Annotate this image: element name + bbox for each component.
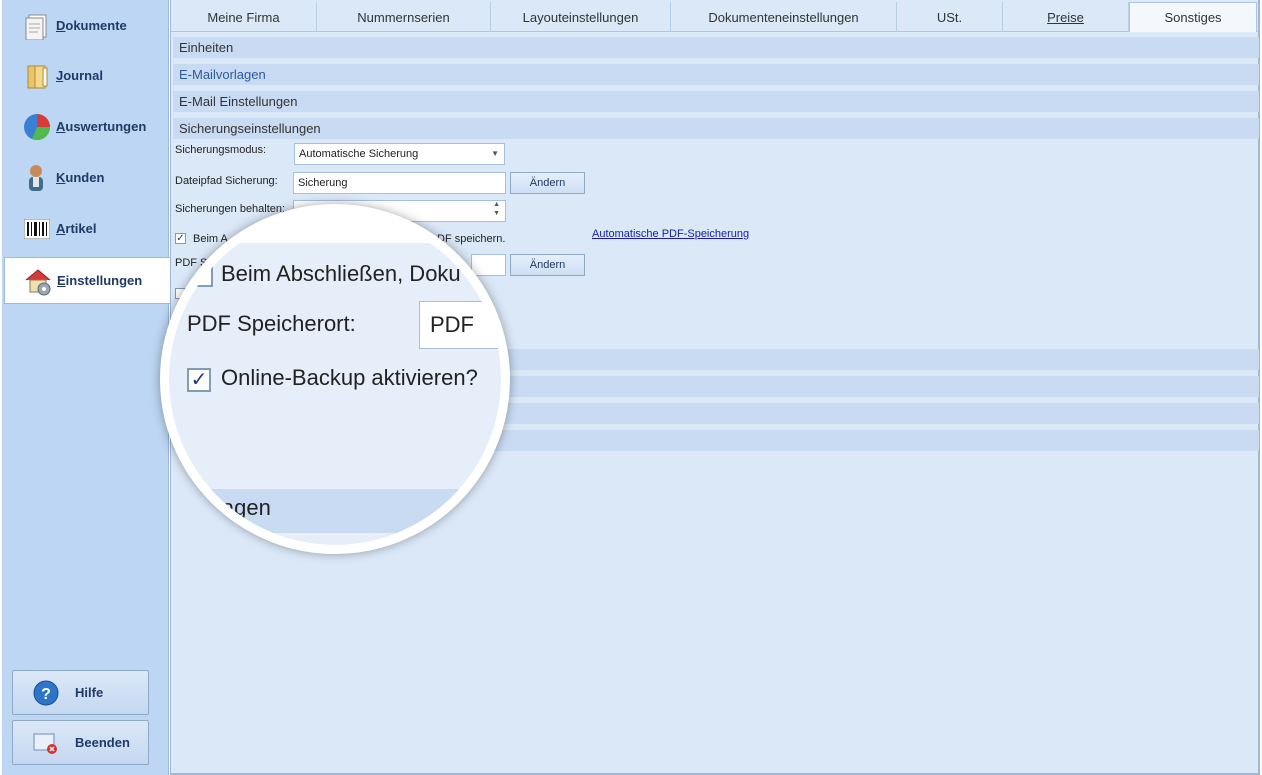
exit-button[interactable]: Beenden <box>12 720 149 765</box>
magnified-top-area <box>169 213 501 243</box>
document-icon <box>22 11 52 41</box>
svg-text:?: ? <box>41 686 51 703</box>
nav-item-kunden[interactable]: Kunden <box>4 154 168 201</box>
tab-meine-firma[interactable]: Meine Firma <box>171 2 317 32</box>
backup-mode-value: Automatische Sicherung <box>299 148 419 160</box>
help-label: Hilfe <box>75 685 104 700</box>
tab-ust[interactable]: USt. <box>897 2 1003 32</box>
nav-label: Dokumente <box>56 18 127 33</box>
nav-item-dokumente[interactable]: Dokumente <box>4 2 168 49</box>
nav-label: Einstellungen <box>57 273 143 288</box>
button-label: Ändern <box>529 259 566 271</box>
tab-label: USt. <box>936 9 963 25</box>
backup-path-input[interactable]: Sicherung <box>293 172 506 194</box>
section-emailvorlagen[interactable]: E-Mailvorlagen <box>173 64 1259 85</box>
pdf-location-input[interactable] <box>471 254 506 276</box>
nav-item-auswertungen[interactable]: Auswertungen <box>4 103 168 150</box>
exit-icon <box>33 730 59 756</box>
tab-label: Layouteinstellungen <box>522 9 639 25</box>
tab-label: Preise <box>1047 9 1084 25</box>
customer-person-icon <box>22 163 52 193</box>
magnifier-overlay: Beim Abschließen, Doku PDF Speicherort: … <box>160 204 510 554</box>
nav-label: Auswertungen <box>56 119 147 134</box>
nav-item-journal[interactable]: Journal <box>4 52 168 99</box>
nav-item-artikel[interactable]: Artikel <box>4 205 168 252</box>
magnified-section-header: lagen <box>169 489 501 533</box>
help-icon: ? <box>33 680 59 706</box>
magnified-section-label: lagen <box>217 495 271 520</box>
nav-label: Journal <box>56 68 103 83</box>
tab-label: Dokumenteneinstellungen <box>708 9 859 25</box>
barcode-icon <box>22 214 52 244</box>
help-button[interactable]: ? Hilfe <box>12 670 149 715</box>
tab-layouteinstellungen[interactable]: Layouteinstellungen <box>491 2 671 32</box>
magnified-online-backup-checkbox: ✓ <box>187 368 211 392</box>
magnified-pdf-location-value: PDF <box>430 312 474 337</box>
magnified-online-backup-label: Online-Backup aktivieren? <box>221 365 478 390</box>
settings-house-icon <box>23 266 53 296</box>
auto-pdf-link[interactable]: Automatische PDF-Speicherung <box>592 228 749 240</box>
nav-label: Artikel <box>56 221 97 236</box>
tab-bar: Meine Firma Nummernserien Layouteinstell… <box>171 2 1259 32</box>
magnifier-content: Beim Abschließen, Doku PDF Speicherort: … <box>169 213 501 545</box>
exit-label: Beenden <box>75 735 130 750</box>
section-email-einstellungen[interactable]: E-Mail Einstellungen <box>173 91 1259 112</box>
backup-mode-select[interactable]: Automatische Sicherung ▼ <box>294 143 505 165</box>
change-backup-path-button[interactable]: Ändern <box>510 172 585 194</box>
tab-nummernserien[interactable]: Nummernserien <box>317 2 491 32</box>
section-label: E-Mailvorlagen <box>179 67 266 82</box>
chevron-down-icon: ▼ <box>491 149 499 158</box>
journal-folder-icon <box>22 61 52 91</box>
tab-dokumenteneinstellungen[interactable]: Dokumenteneinstellungen <box>671 2 897 32</box>
magnified-pdf-location-label: PDF Speicherort: <box>187 311 356 336</box>
pie-chart-icon <box>22 112 52 142</box>
tab-label: Sonstiges <box>1164 10 1222 25</box>
section-label: Sicherungseinstellungen <box>179 121 321 136</box>
backup-path-value: Sicherung <box>298 177 348 189</box>
tab-label: Meine Firma <box>207 9 280 25</box>
tab-sonstiges[interactable]: Sonstiges <box>1129 2 1257 32</box>
button-label: Ändern <box>529 177 566 189</box>
backup-path-label: Dateipfad Sicherung: <box>175 175 278 187</box>
section-label: E-Mail Einstellungen <box>179 94 298 109</box>
change-pdf-location-button[interactable]: Ändern <box>510 254 585 276</box>
magnified-pdf-location-input: PDF <box>419 301 501 349</box>
magnified-pdf-save-checkbox <box>189 263 213 287</box>
sidebar: Dokumente Journal Auswertungen Kunden Ar… <box>2 0 171 775</box>
tab-label: Nummernserien <box>357 9 450 25</box>
nav-label: Kunden <box>56 170 105 185</box>
tab-preise[interactable]: Preise <box>1003 2 1129 32</box>
section-label: Einheiten <box>179 40 234 55</box>
backup-mode-label: Sicherungsmodus: <box>175 144 267 156</box>
section-einheiten[interactable]: Einheiten <box>173 37 1259 58</box>
section-sicherungseinstellungen[interactable]: Sicherungseinstellungen <box>173 118 1259 139</box>
nav-item-einstellungen[interactable]: Einstellungen <box>4 257 171 304</box>
magnified-pdf-save-label: Beim Abschließen, Doku <box>221 261 461 286</box>
